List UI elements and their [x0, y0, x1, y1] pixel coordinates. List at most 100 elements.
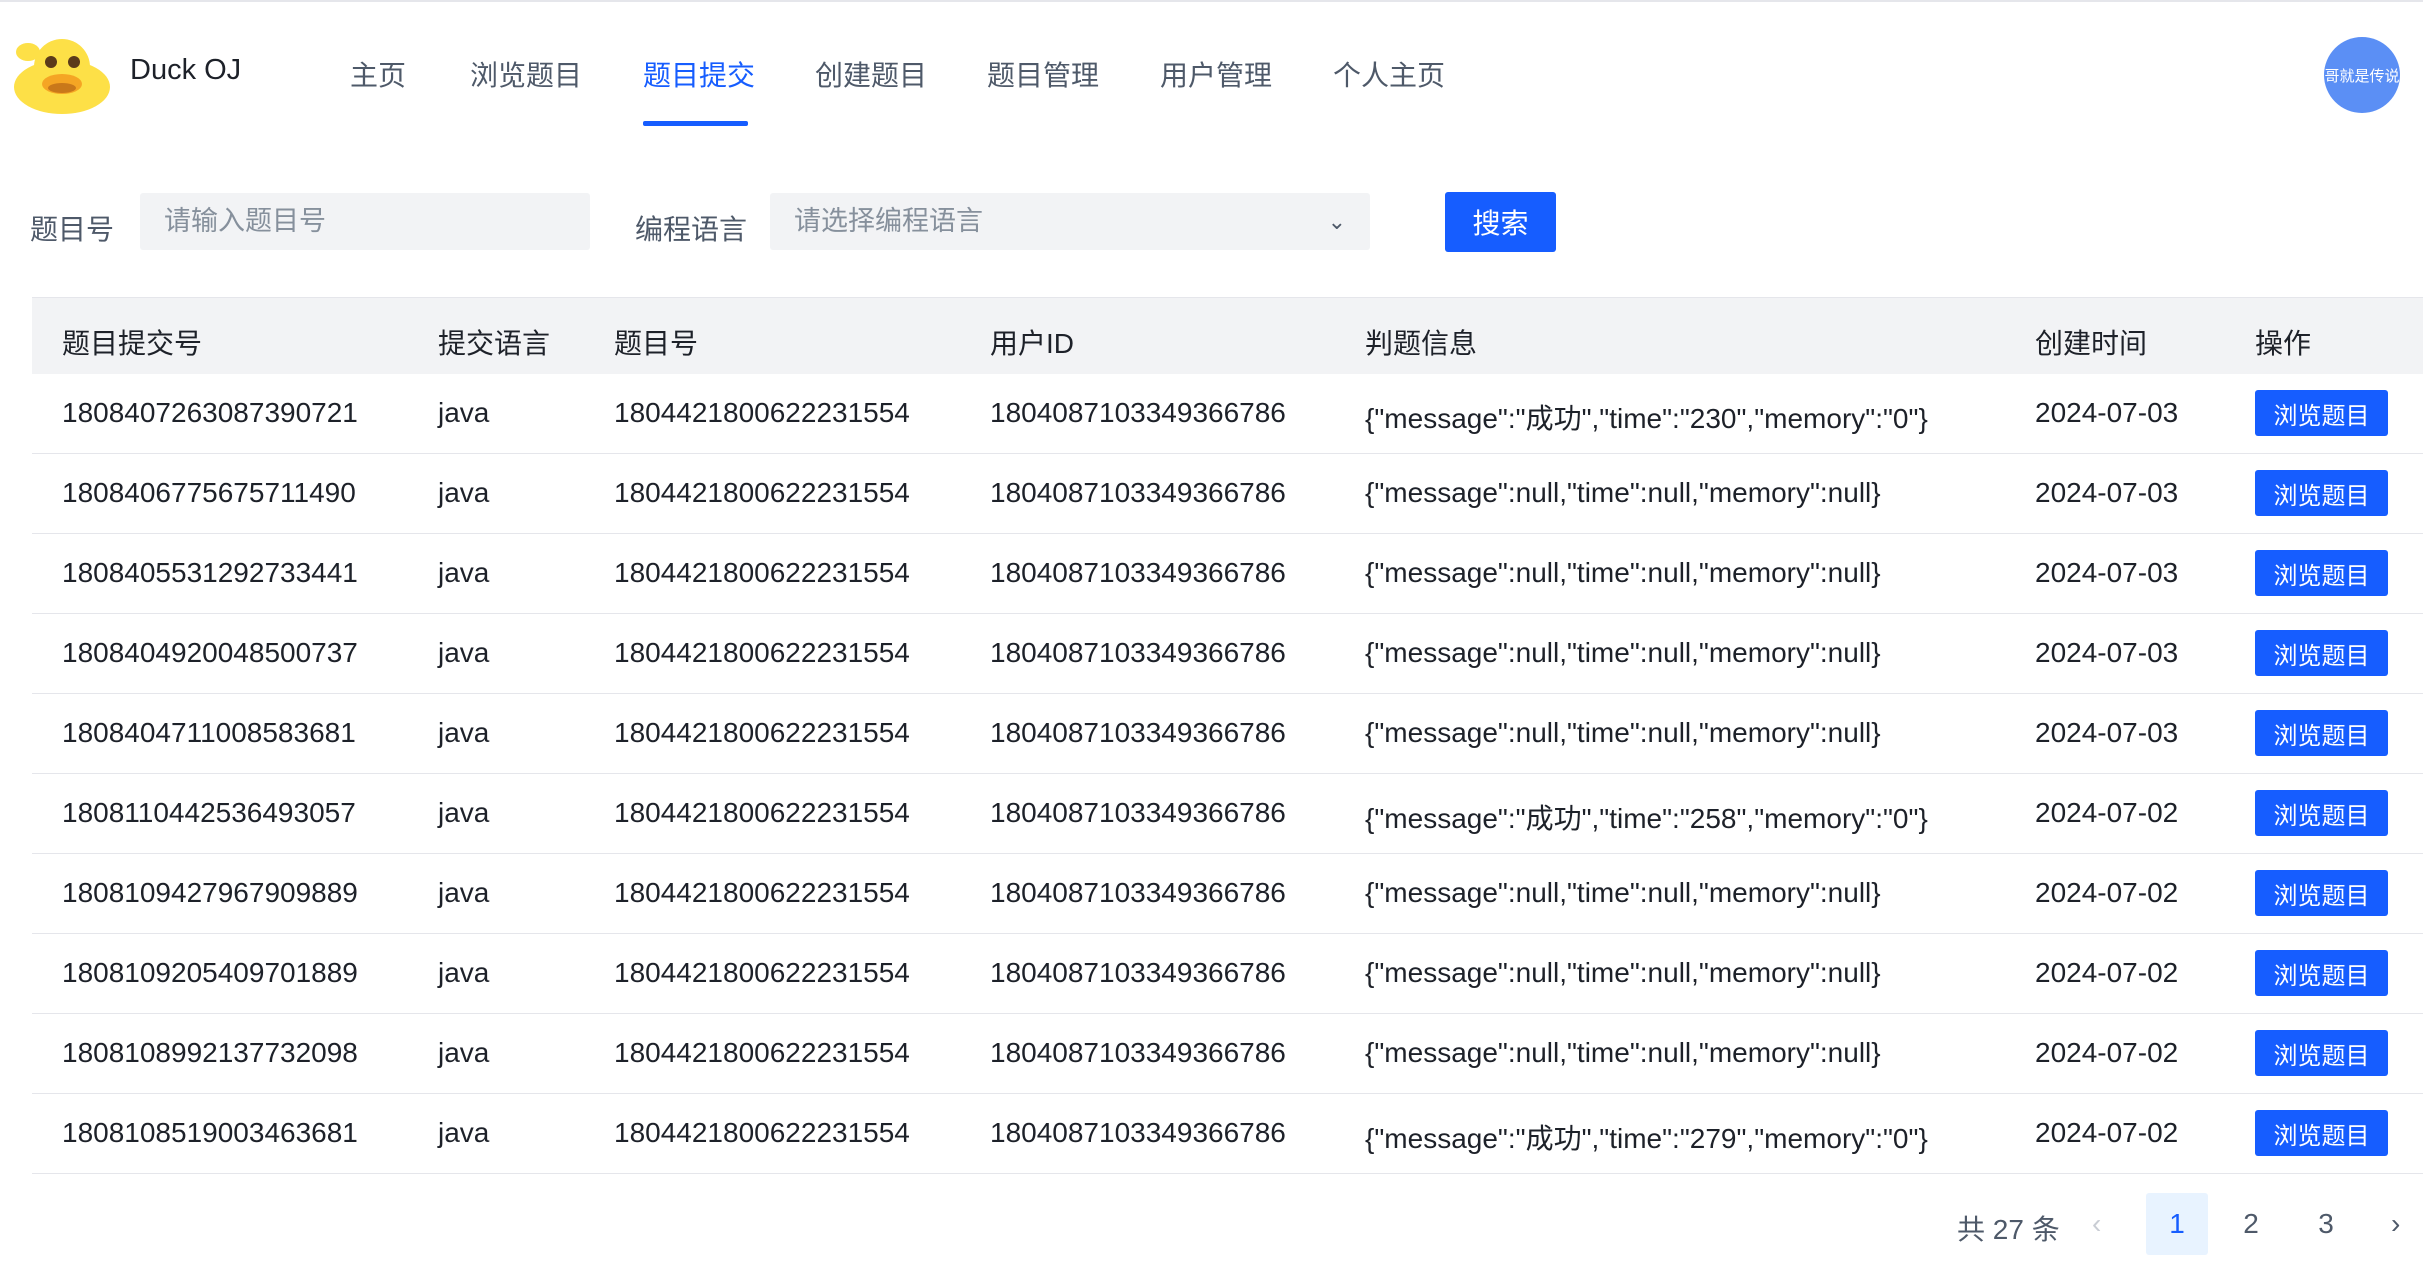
cell-judge-info: {"message":null,"time":null,"memory":nul… — [1365, 637, 1881, 668]
cell-submission-id: 1808406775675711490 — [62, 477, 356, 508]
view-problem-button[interactable]: 浏览题目 — [2255, 1110, 2388, 1156]
nav-home[interactable]: 主页 — [350, 54, 406, 94]
table-row: 1808109427967909889 java 18044218006222315… — [32, 853, 2423, 934]
col-actions: 操作 — [2255, 328, 2312, 359]
view-problem-button[interactable]: 浏览题目 — [2255, 790, 2388, 836]
cell-user-id: 1804087103349366786 — [990, 637, 1286, 668]
cell-language: java — [438, 557, 490, 588]
cell-judge-info: {"message":null,"time":null,"memory":nul… — [1365, 477, 1881, 508]
view-problem-button[interactable]: 浏览题目 — [2255, 870, 2388, 916]
nav-create-problem[interactable]: 创建题目 — [815, 54, 927, 94]
view-problem-button[interactable]: 浏览题目 — [2255, 710, 2388, 756]
problem-id-input[interactable]: 请输入题目号 — [140, 193, 590, 250]
app-title: Duck OJ — [130, 54, 242, 86]
col-problem-id: 题目号 — [614, 328, 699, 359]
cell-created-time: 2024-07-02 — [2035, 877, 2179, 908]
cell-problem-id: 1804421800622231554 — [614, 1117, 910, 1148]
cell-user-id: 1804087103349366786 — [990, 1037, 1286, 1068]
language-select[interactable]: 请选择编程语言 ⌄ — [770, 193, 1370, 250]
cell-judge-info: {"message":null,"time":null,"memory":nul… — [1365, 957, 1881, 988]
cell-submission-id: 1808109427967909889 — [62, 877, 358, 908]
table-row: 1808108519003463681 java 18044218006222315… — [32, 1093, 2423, 1174]
cell-language: java — [438, 877, 490, 908]
cell-judge-info: {"message":null,"time":null,"memory":nul… — [1365, 557, 1881, 588]
table-row: 1808405531292733441 java 18044218006222315… — [32, 533, 2423, 614]
cell-judge-info: {"message":"成功","time":"279","memory":"0… — [1365, 1123, 1928, 1154]
cell-user-id: 1804087103349366786 — [990, 477, 1286, 508]
table-header: 题目提交号 提交语言 题目号 用户ID 判题信息 创建时间 操作 — [32, 297, 2423, 374]
table-row: 1808407263087390721 java 18044218006222315… — [32, 373, 2423, 454]
nav-submissions[interactable]: 题目提交 — [643, 54, 755, 94]
chevron-right-icon[interactable]: › — [2391, 1208, 2400, 1240]
cell-user-id: 1804087103349366786 — [990, 877, 1286, 908]
cell-submission-id: 1808404711008583681 — [62, 717, 356, 748]
cell-judge-info: {"message":null,"time":null,"memory":nul… — [1365, 1037, 1881, 1068]
cell-created-time: 2024-07-03 — [2035, 557, 2179, 588]
view-problem-button[interactable]: 浏览题目 — [2255, 950, 2388, 996]
table-row: 1808109205409701889 java 18044218006222315… — [32, 933, 2423, 1014]
total-count: 共 27 条 — [1957, 1214, 2060, 1245]
cell-created-time: 2024-07-02 — [2035, 1037, 2179, 1068]
col-judge-info: 判题信息 — [1365, 328, 1478, 359]
cell-user-id: 1804087103349366786 — [990, 557, 1286, 588]
cell-submission-id: 1808404920048500737 — [62, 637, 358, 668]
cell-created-time: 2024-07-03 — [2035, 717, 2179, 748]
chevron-left-icon[interactable]: ‹ — [2092, 1208, 2101, 1240]
cell-judge-info: {"message":"成功","time":"230","memory":"0… — [1365, 403, 1928, 434]
avatar[interactable]: 哥就是传说 — [2324, 37, 2400, 113]
col-language: 提交语言 — [438, 328, 551, 359]
cell-submission-id: 1808108519003463681 — [62, 1117, 358, 1148]
cell-problem-id: 1804421800622231554 — [614, 1037, 910, 1068]
view-problem-button[interactable]: 浏览题目 — [2255, 550, 2388, 596]
cell-submission-id: 1808407263087390721 — [62, 397, 358, 428]
cell-problem-id: 1804421800622231554 — [614, 797, 910, 828]
search-button[interactable]: 搜索 — [1445, 192, 1556, 252]
cell-created-time: 2024-07-03 — [2035, 637, 2179, 668]
cell-problem-id: 1804421800622231554 — [614, 637, 910, 668]
table-row: 1808404711008583681 java 18044218006222315… — [32, 693, 2423, 774]
chevron-down-icon: ⌄ — [1327, 209, 1346, 234]
page-3[interactable]: 3 — [2295, 1193, 2357, 1255]
language-label: 编程语言 — [635, 214, 748, 245]
page-2[interactable]: 2 — [2220, 1193, 2282, 1255]
cell-problem-id: 1804421800622231554 — [614, 957, 910, 988]
cell-problem-id: 1804421800622231554 — [614, 557, 910, 588]
view-problem-button[interactable]: 浏览题目 — [2255, 630, 2388, 676]
cell-language: java — [438, 637, 490, 668]
cell-created-time: 2024-07-03 — [2035, 477, 2179, 508]
table-row: 1808110442536493057 java 18044218006222315… — [32, 773, 2423, 854]
cell-created-time: 2024-07-02 — [2035, 1117, 2179, 1148]
cell-created-time: 2024-07-02 — [2035, 797, 2179, 828]
cell-created-time: 2024-07-03 — [2035, 397, 2179, 428]
nav-manage-users[interactable]: 用户管理 — [1160, 54, 1272, 94]
nav-profile[interactable]: 个人主页 — [1333, 54, 1445, 94]
cell-problem-id: 1804421800622231554 — [614, 477, 910, 508]
cell-submission-id: 1808109205409701889 — [62, 957, 358, 988]
header-bar: Duck OJ 主页 浏览题目 题目提交 创建题目 题目管理 用户管理 个人主页… — [0, 2, 2423, 142]
table-row: 1808108992137732098 java 18044218006222315… — [32, 1013, 2423, 1094]
cell-judge-info: {"message":"成功","time":"258","memory":"0… — [1365, 803, 1928, 834]
cell-language: java — [438, 717, 490, 748]
col-submission-id: 题目提交号 — [62, 328, 203, 359]
page-1[interactable]: 1 — [2146, 1193, 2208, 1255]
cell-user-id: 1804087103349366786 — [990, 397, 1286, 428]
cell-language: java — [438, 1117, 490, 1148]
language-select-placeholder: 请选择编程语言 — [794, 206, 983, 236]
view-problem-button[interactable]: 浏览题目 — [2255, 470, 2388, 516]
cell-language: java — [438, 397, 490, 428]
nav-browse-problems[interactable]: 浏览题目 — [470, 54, 582, 94]
cell-language: java — [438, 477, 490, 508]
view-problem-button[interactable]: 浏览题目 — [2255, 390, 2388, 436]
cell-judge-info: {"message":null,"time":null,"memory":nul… — [1365, 877, 1881, 908]
table-row: 1808406775675711490 java 18044218006222315… — [32, 453, 2423, 534]
cell-problem-id: 1804421800622231554 — [614, 397, 910, 428]
nav-manage-problems[interactable]: 题目管理 — [987, 54, 1099, 94]
view-problem-button[interactable]: 浏览题目 — [2255, 1030, 2388, 1076]
cell-user-id: 1804087103349366786 — [990, 717, 1286, 748]
cell-submission-id: 1808108992137732098 — [62, 1037, 358, 1068]
cell-submission-id: 1808405531292733441 — [62, 557, 358, 588]
cell-problem-id: 1804421800622231554 — [614, 877, 910, 908]
duck-logo-icon[interactable] — [10, 32, 110, 114]
problem-id-label: 题目号 — [30, 214, 115, 245]
cell-created-time: 2024-07-02 — [2035, 957, 2179, 988]
